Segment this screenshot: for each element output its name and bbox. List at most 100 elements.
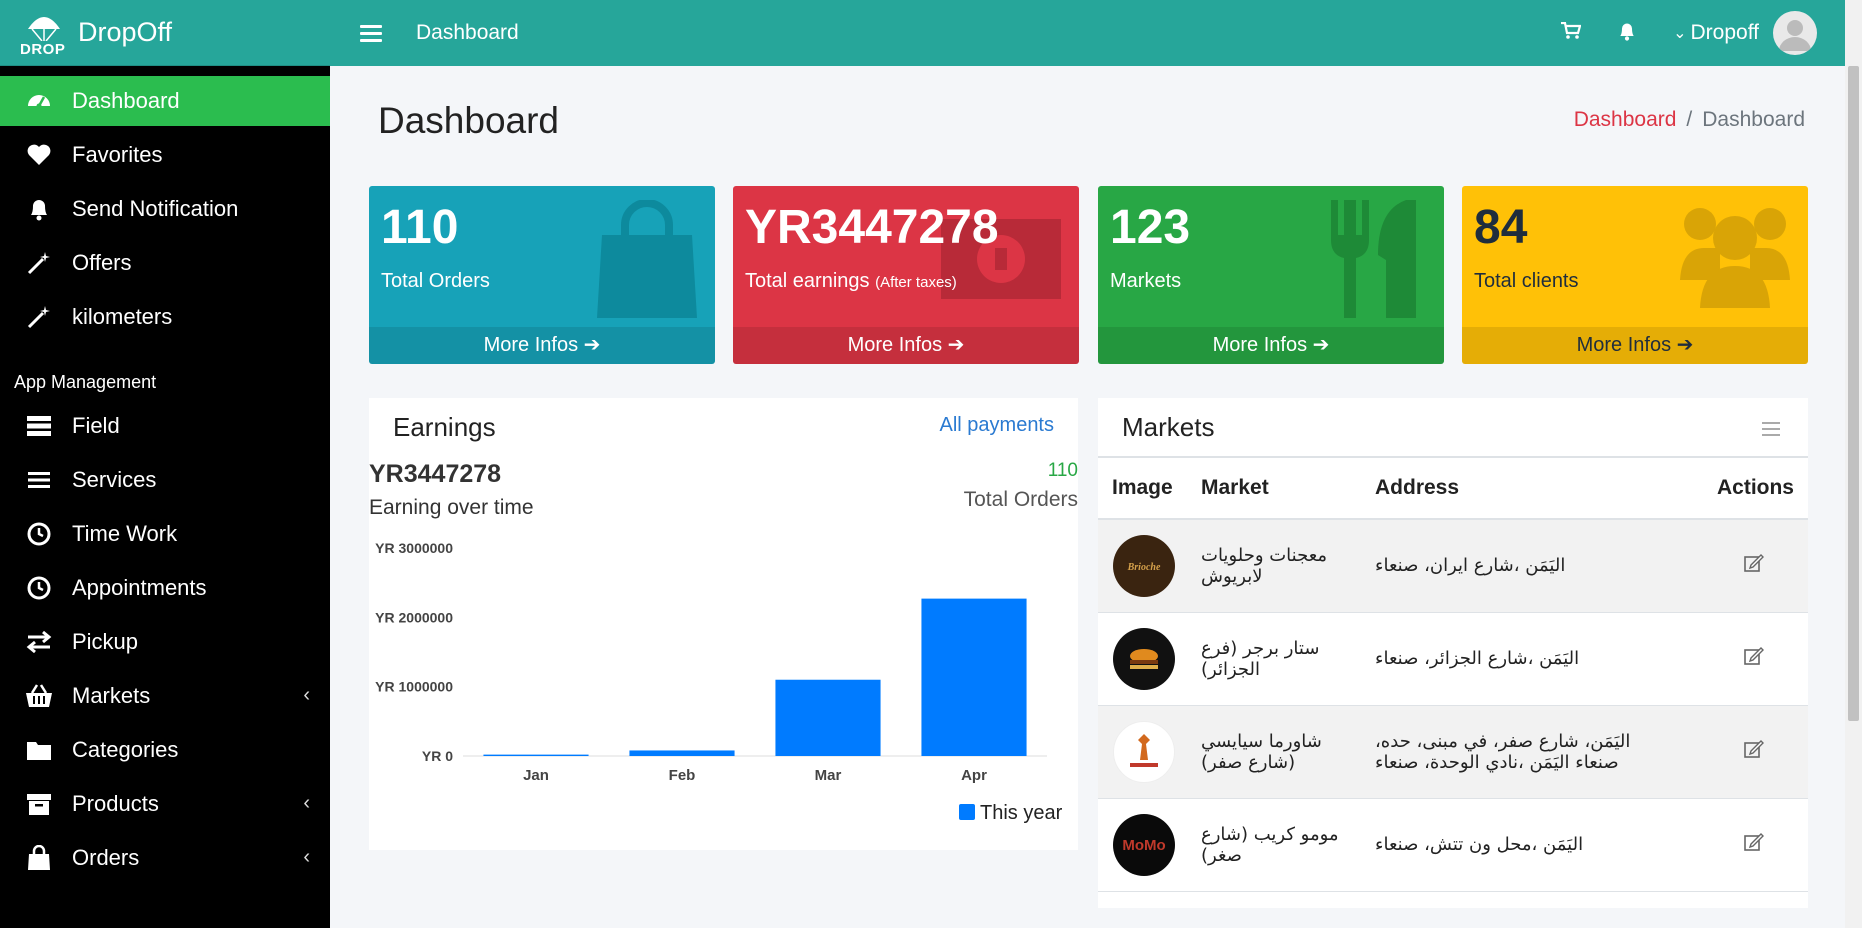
sidebar-item-favorites[interactable]: Favorites	[0, 130, 330, 180]
markets-table: Image Market Address Actions Brioche معج…	[1098, 456, 1808, 892]
sidebar-item-send-notification[interactable]: Send Notification	[0, 184, 330, 234]
users-icon	[1680, 200, 1790, 315]
edit-icon[interactable]	[1744, 647, 1764, 669]
basket-icon	[24, 681, 54, 711]
folder-icon	[24, 735, 54, 765]
server-icon	[24, 411, 54, 441]
sidebar-item-label: Categories	[72, 737, 179, 762]
market-logo	[1113, 627, 1175, 690]
menu-toggle-icon[interactable]	[360, 21, 382, 46]
more-infos-link[interactable]: More Infos ➔	[733, 327, 1079, 364]
x-tick-label: Feb	[669, 767, 696, 784]
stat-value: 123	[1110, 201, 1191, 254]
chart-bar	[629, 750, 735, 756]
chevron-left-icon: ‹	[303, 792, 310, 814]
stat-label: Total Orders	[381, 270, 490, 292]
cart-icon[interactable]	[1561, 21, 1582, 45]
chevron-down-icon[interactable]: ⌄	[1673, 23, 1686, 43]
svg-text:Brioche: Brioche	[1127, 562, 1161, 573]
stat-value: 84	[1474, 201, 1528, 254]
sidebar-item-pickup[interactable]: Pickup	[0, 617, 330, 667]
table-row: ستار برجر (فرع الجزائر) اليَمَن ،شارع ال…	[1098, 612, 1808, 706]
sidebar-item-label: Orders	[72, 845, 140, 870]
sidebar-item-services[interactable]: Services	[0, 455, 330, 505]
stat-value: 110	[381, 201, 459, 254]
avatar[interactable]	[1773, 11, 1817, 55]
sidebar-management-nav: Field Services Time Work Appointments Pi…	[0, 401, 330, 883]
arrow-circle-right-icon: ➔	[583, 334, 601, 356]
y-tick-label: YR 2000000	[375, 609, 453, 625]
market-logo: Brioche	[1113, 534, 1175, 597]
edit-icon[interactable]	[1744, 833, 1764, 855]
market-logo: MoMo	[1113, 813, 1175, 876]
sidebar-item-label: Send Notification	[72, 196, 239, 221]
market-name: ستار برجر (فرع الجزائر)	[1201, 637, 1320, 680]
chart-bar	[775, 679, 881, 756]
breadcrumb-current: Dashboard	[1702, 108, 1805, 131]
shopping-bag-icon	[597, 199, 697, 325]
orders-count: 110	[1047, 460, 1078, 481]
magic-wand-icon	[24, 302, 54, 332]
sidebar-section-header: App Management	[14, 372, 157, 392]
brand-name: DropOff	[78, 17, 173, 47]
sidebar-nav: Dashboard Favorites Send Notification Of…	[0, 66, 330, 342]
sidebar-item-kilometers[interactable]: kilometers	[0, 292, 330, 342]
sidebar-item-dashboard[interactable]: Dashboard	[0, 76, 330, 126]
column-header: Market	[1200, 456, 1374, 520]
sidebar-item-offers[interactable]: Offers	[0, 238, 330, 288]
breadcrumb: Dashboard / Dashboard	[1573, 108, 1805, 131]
sidebar-item-field[interactable]: Field	[0, 401, 330, 451]
sidebar-item-label: kilometers	[72, 304, 173, 329]
table-row: شاورما سيايسي (شارع صفر) اليَمَن، شارع ص…	[1098, 705, 1808, 799]
earnings-panel: Earnings All payments YR3447278 Earning …	[369, 398, 1078, 850]
more-infos-link[interactable]: More Infos ➔	[369, 327, 715, 364]
stat-card-clients: 84 Total clients More Infos ➔	[1462, 186, 1808, 364]
sidebar-item-label: Products	[72, 791, 159, 816]
topbar-title: Dashboard	[416, 21, 519, 44]
sidebar-item-orders[interactable]: Orders ‹	[0, 833, 330, 883]
stat-card-orders: 110 Total Orders More Infos ➔	[369, 186, 715, 364]
y-tick-label: YR 0	[422, 748, 453, 764]
market-name: مومو كريب (شارع صغر)	[1201, 823, 1339, 866]
clock-icon	[24, 573, 54, 603]
breadcrumb-link[interactable]: Dashboard	[1574, 108, 1677, 131]
more-infos-link[interactable]: More Infos ➔	[1098, 327, 1444, 364]
market-address: اليَمَن ،شارع الجزائر، صنعاء	[1375, 648, 1580, 669]
stat-label: Total clients	[1474, 270, 1579, 292]
markets-title: Markets	[1122, 412, 1215, 442]
all-payments-link[interactable]: All payments	[940, 414, 1055, 437]
menu-icon[interactable]	[1762, 418, 1780, 440]
sidebar-item-label: Services	[72, 467, 157, 492]
arrow-circle-right-icon: ➔	[1312, 334, 1330, 356]
orders-label: Total Orders	[963, 488, 1078, 511]
sidebar-item-time-work[interactable]: Time Work	[0, 509, 330, 559]
page-scrollbar[interactable]	[1845, 0, 1862, 928]
scrollbar-thumb[interactable]	[1848, 66, 1859, 721]
sidebar-item-label: Offers	[72, 250, 132, 275]
more-infos-link[interactable]: More Infos ➔	[1462, 327, 1808, 364]
exchange-icon	[24, 627, 54, 657]
sidebar-item-label: Dashboard	[72, 88, 180, 113]
chevron-left-icon: ‹	[303, 846, 310, 868]
arrow-circle-right-icon: ➔	[1676, 334, 1694, 356]
brand[interactable]: DROP DropOff	[0, 0, 330, 66]
market-address: اليَمَن، شارع صفر، في مبنى، حده، صنعاء ا…	[1375, 730, 1631, 773]
earnings-title: Earnings	[393, 412, 496, 442]
brand-logo: DROP	[18, 7, 70, 59]
sidebar-item-appointments[interactable]: Appointments	[0, 563, 330, 613]
edit-icon[interactable]	[1744, 740, 1764, 762]
bell-icon[interactable]	[1617, 20, 1637, 47]
x-tick-label: Mar	[815, 767, 842, 784]
y-tick-label: YR 3000000	[375, 540, 453, 556]
sidebar-item-products[interactable]: Products ‹	[0, 779, 330, 829]
heart-icon	[24, 140, 54, 170]
sidebar-item-categories[interactable]: Categories	[0, 725, 330, 775]
edit-icon[interactable]	[1744, 554, 1764, 576]
sidebar-item-markets[interactable]: Markets ‹	[0, 671, 330, 721]
earnings-total: YR3447278	[369, 460, 502, 488]
user-menu[interactable]: Dropoff	[1691, 21, 1760, 45]
market-name: معجنات وحلويات لابريوش	[1201, 544, 1328, 587]
page-title: Dashboard	[378, 100, 560, 141]
earnings-chart: YR 0 YR 1000000 YR 2000000 YR 3000000 Jan Feb…	[375, 540, 1062, 824]
tachometer-icon	[24, 86, 54, 116]
